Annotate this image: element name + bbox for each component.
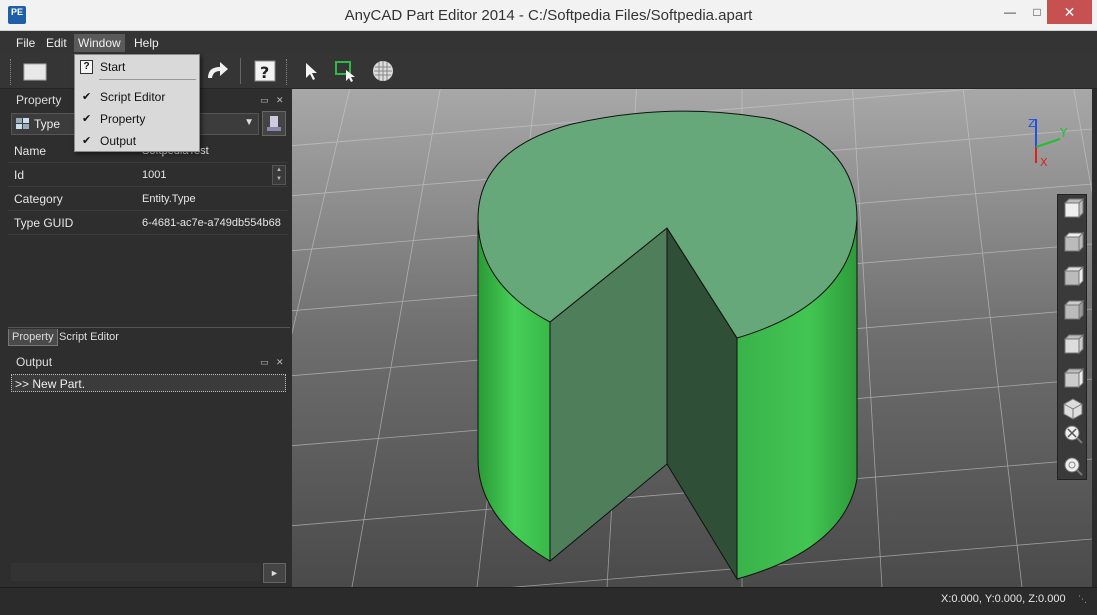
menu-item-output[interactable]: ✔ Output bbox=[75, 131, 199, 151]
float-icon[interactable]: ▭ bbox=[260, 90, 269, 110]
close-button[interactable]: ✕ bbox=[1047, 0, 1092, 24]
menu-help[interactable]: Help bbox=[130, 34, 163, 52]
view-iso-icon bbox=[1063, 398, 1083, 420]
run-button[interactable]: ► bbox=[263, 563, 286, 583]
view-top-icon bbox=[1063, 231, 1085, 253]
title-bar: PE AnyCAD Part Editor 2014 - C:/Softpedi… bbox=[0, 0, 1097, 31]
property-value[interactable]: Entity.Type bbox=[142, 193, 196, 205]
close-panel-icon[interactable]: ✕ bbox=[276, 90, 284, 110]
output-scrollbar[interactable] bbox=[11, 563, 261, 581]
check-icon: ✔ bbox=[82, 91, 92, 103]
resize-grip-icon[interactable]: ⋱ bbox=[1078, 594, 1087, 605]
tab-script-editor[interactable]: Script Editor bbox=[56, 329, 122, 346]
property-key: Type GUID bbox=[14, 216, 74, 230]
close-panel-icon[interactable]: ✕ bbox=[276, 352, 284, 372]
window-title: AnyCAD Part Editor 2014 - C:/Softpedia F… bbox=[344, 7, 753, 24]
axis-x-label: X bbox=[1040, 156, 1048, 169]
menu-item-label: Output bbox=[100, 134, 137, 148]
select-cursor-icon[interactable] bbox=[298, 58, 324, 84]
view-right-icon bbox=[1063, 265, 1085, 287]
menu-edit[interactable]: Edit bbox=[42, 34, 71, 52]
window-menu-dropdown: ? Start ✔ Script Editor ✔ Property ✔ Out… bbox=[74, 54, 200, 152]
zoom-fit-icon bbox=[1064, 425, 1083, 444]
float-icon[interactable]: ▭ bbox=[260, 352, 269, 372]
toolbar-grip[interactable] bbox=[10, 59, 12, 85]
select-box-icon[interactable] bbox=[332, 58, 358, 84]
status-bar: X:0.000, Y:0.000, Z:0.000 ⋱ bbox=[0, 587, 1097, 615]
toolbar-grip-2[interactable] bbox=[286, 59, 288, 85]
left-dock: Property ▭ ✕ Type ▼ Name SoftpediaTest I… bbox=[0, 89, 292, 587]
menu-item-label: Property bbox=[100, 112, 146, 126]
output-panel-header: Output ▭ ✕ bbox=[8, 352, 290, 372]
property-value[interactable]: 1001 bbox=[142, 169, 166, 181]
type-select-value: Type bbox=[34, 117, 61, 131]
property-row-category[interactable]: Category Entity.Type bbox=[8, 187, 288, 211]
view-toolbar bbox=[1057, 194, 1087, 480]
property-key: Id bbox=[14, 168, 25, 182]
view-bottom-icon bbox=[1063, 333, 1085, 355]
new-file-icon[interactable] bbox=[22, 58, 48, 84]
menu-item-script-editor[interactable]: ✔ Script Editor bbox=[75, 87, 199, 107]
toolbar-separator bbox=[240, 58, 241, 84]
axis-y-label: Y bbox=[1059, 126, 1068, 140]
minimize-button[interactable]: — bbox=[995, 0, 1025, 24]
menu-item-label: Start bbox=[100, 60, 126, 74]
property-key: Name bbox=[14, 144, 47, 158]
type-icon bbox=[16, 118, 30, 130]
check-icon: ✔ bbox=[82, 113, 92, 125]
output-text: >> New Part. bbox=[15, 377, 86, 391]
panel-tabs: Property Script Editor bbox=[8, 327, 290, 346]
3d-viewport[interactable]: Z Y X bbox=[292, 89, 1092, 587]
output-panel-title: Output bbox=[16, 355, 53, 369]
menu-separator bbox=[99, 79, 196, 80]
render-mode-icon[interactable] bbox=[370, 58, 396, 84]
tab-property[interactable]: Property bbox=[8, 329, 58, 346]
view-back-icon bbox=[1063, 299, 1085, 321]
apply-type-button[interactable] bbox=[262, 111, 286, 136]
menu-item-label: Script Editor bbox=[100, 90, 166, 104]
output-line[interactable]: >> New Part. bbox=[11, 374, 286, 392]
menu-file[interactable]: File bbox=[12, 34, 39, 52]
id-spinner[interactable]: ▲ ▼ bbox=[272, 165, 286, 185]
chevron-down-icon: ▼ bbox=[244, 117, 254, 128]
svg-text:?: ? bbox=[260, 63, 269, 82]
zoom-icon bbox=[1064, 457, 1083, 476]
menu-window[interactable]: Window bbox=[74, 34, 125, 52]
property-panel-title: Property bbox=[16, 93, 62, 107]
help-icon: ? bbox=[80, 60, 93, 74]
menu-bar: File Edit Window Help bbox=[0, 31, 1097, 54]
menu-item-start[interactable]: ? Start bbox=[75, 57, 199, 77]
coordinates-readout: X:0.000, Y:0.000, Z:0.000 bbox=[941, 593, 1066, 605]
view-front-icon bbox=[1063, 197, 1085, 219]
menu-item-property[interactable]: ✔ Property bbox=[75, 109, 199, 129]
property-row-type-guid[interactable]: Type GUID 6-4681-ac7e-a749db554b68 bbox=[8, 211, 288, 235]
help-icon[interactable]: ? bbox=[252, 58, 278, 84]
property-value[interactable]: 6-4681-ac7e-a749db554b68 bbox=[142, 217, 281, 229]
check-icon: ✔ bbox=[82, 135, 92, 147]
axis-z-label: Z bbox=[1028, 117, 1036, 130]
view-left-icon bbox=[1063, 367, 1085, 389]
redo-icon[interactable] bbox=[204, 58, 230, 84]
property-row-id[interactable]: Id 1001 ▲ ▼ bbox=[8, 163, 288, 187]
property-key: Category bbox=[14, 192, 63, 206]
